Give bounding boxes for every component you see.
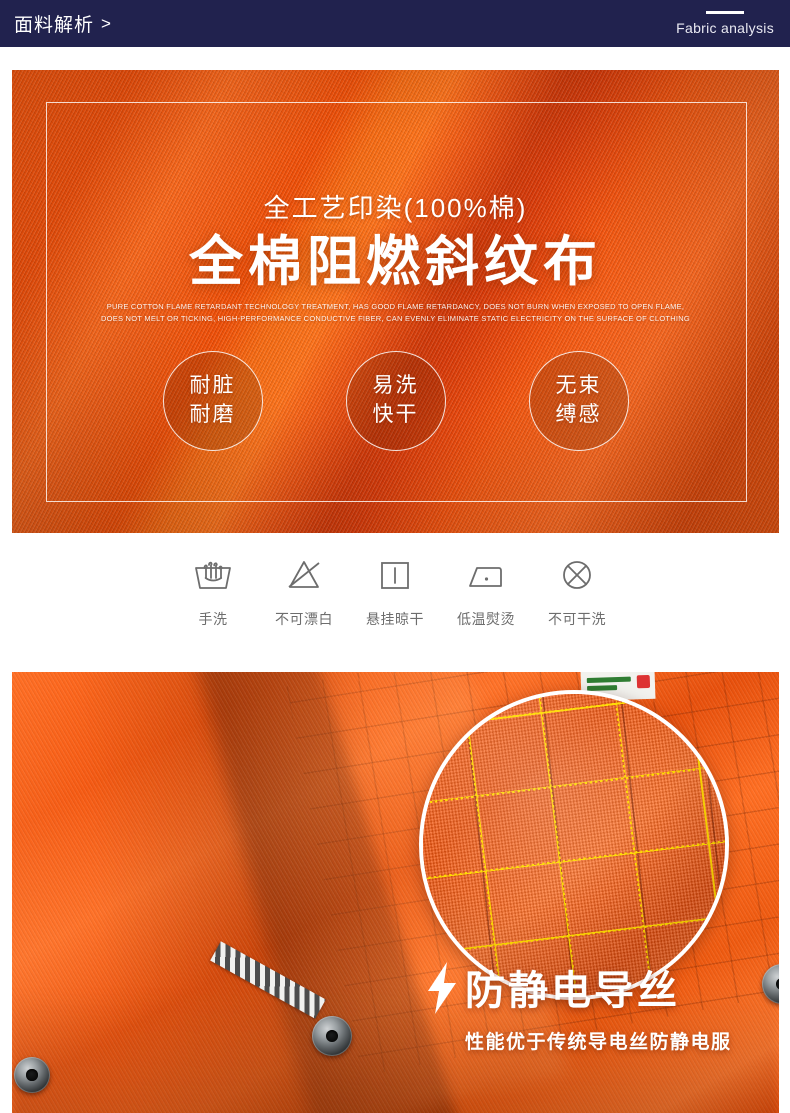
feature-circle-2-line2: 快干: [372, 402, 419, 426]
magnifier-callout-bubble: [419, 690, 729, 1000]
feature-circle-3-line1: 无束: [555, 374, 602, 398]
care-item-hang-dry: 悬挂晾干: [350, 553, 441, 629]
magnified-shading: [423, 694, 725, 996]
feature-circle-2-line1: 易洗: [372, 374, 419, 398]
chevron-right-icon[interactable]: >: [101, 14, 111, 34]
no-bleach-icon: [283, 553, 325, 597]
care-item-low-iron: 低温熨烫: [441, 553, 532, 629]
product-caption: 防静电导丝 性能优于传统导电丝防静电服: [425, 962, 780, 1054]
snap-button-2: [14, 1057, 50, 1093]
no-dryclean-icon: [556, 553, 598, 597]
care-item-no-dryclean: 不可干洗: [532, 553, 623, 629]
hang-dry-icon: [374, 553, 416, 597]
hero-fabric-banner: 全工艺印染(100%棉) 全棉阻燃斜纹布 PURE COTTON FLAME R…: [12, 70, 779, 533]
hero-subtitle: 全工艺印染(100%棉): [263, 193, 528, 223]
care-label-no-bleach: 不可漂白: [275, 611, 333, 627]
header-title-en: Fabric analysis: [676, 20, 774, 36]
product-subline: 性能优于传统导电丝防静电服: [465, 1032, 732, 1053]
feature-circle-2: 易洗 快干: [345, 350, 446, 451]
page-header: 面料解析 > Fabric analysis: [0, 0, 790, 47]
care-label-no-dryclean: 不可干洗: [548, 611, 606, 627]
hero-feature-circles: 耐脏 耐磨 易洗 快干 无束 缚感: [162, 350, 629, 451]
hero-english-description: PURE COTTON FLAME RETARDANT TECHNOLOGY T…: [100, 302, 691, 323]
feature-circle-3-line2: 缚感: [555, 402, 602, 426]
low-iron-icon: [465, 553, 507, 597]
hero-title: 全棉阻燃斜纹布: [189, 232, 602, 292]
feature-circle-3: 无束 缚感: [528, 350, 629, 451]
feature-circle-1: 耐脏 耐磨: [162, 350, 263, 451]
care-label-low-iron: 低温熨烫: [457, 611, 515, 627]
care-label-hand-wash: 手洗: [198, 611, 228, 627]
header-right-group: Fabric analysis: [676, 0, 774, 47]
header-title-cn: 面料解析: [14, 15, 95, 36]
feature-circle-1-line1: 耐脏: [189, 374, 236, 398]
product-headline-row: 防静电导丝: [425, 962, 780, 1019]
feature-circle-1-line2: 耐磨: [189, 402, 236, 426]
hand-wash-icon: [192, 553, 234, 597]
hero-content: 全工艺印染(100%棉) 全棉阻燃斜纹布 PURE COTTON FLAME R…: [12, 70, 779, 533]
header-underline-rule: [706, 11, 745, 14]
lightning-bolt-icon: [425, 962, 459, 1019]
care-item-hand-wash: 手洗: [168, 553, 259, 629]
snap-button-1: [312, 1016, 352, 1056]
product-headline: 防静电导丝: [465, 968, 680, 1013]
care-label-hang-dry: 悬挂晾干: [366, 611, 424, 627]
care-item-no-bleach: 不可漂白: [259, 553, 350, 629]
care-instructions-row: 手洗 不可漂白 悬挂晾干 低温熨烫 不可干洗: [0, 553, 790, 661]
